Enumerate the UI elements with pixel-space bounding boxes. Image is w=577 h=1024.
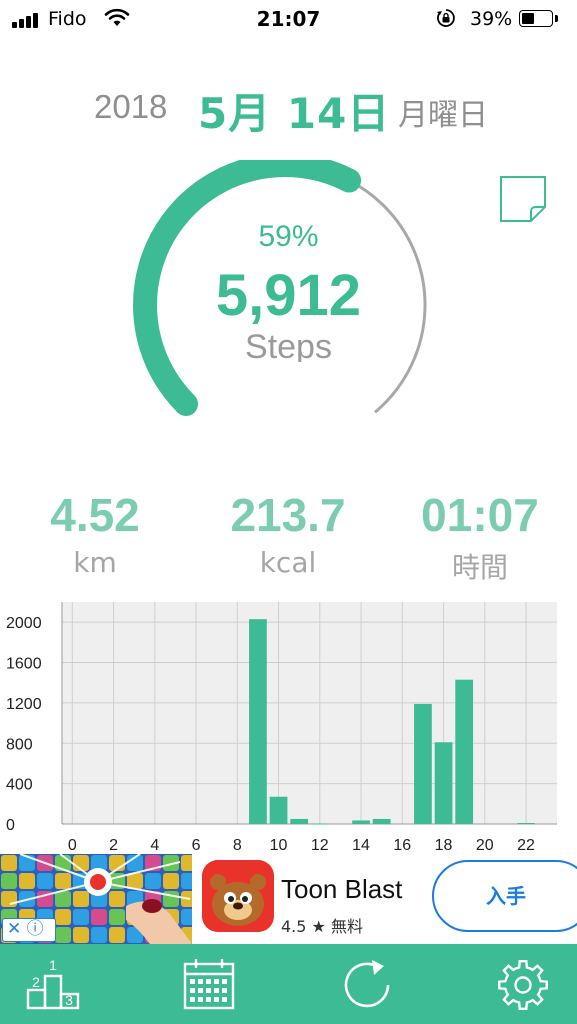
ad-banner[interactable]: ✕ ⓘ Toon Blast 4.5 ★ 無料 入手 [0,854,577,944]
ad-get-button[interactable]: 入手 [432,860,577,932]
ad-title[interactable]: Toon Blast [281,874,402,905]
duration-value: 01:07 [421,489,539,541]
settings-icon[interactable] [494,956,552,1014]
chart-bar [352,820,370,824]
chart-plot-area [62,602,557,824]
chart-x-tick-label: 22 [517,837,535,854]
chart-bar [455,679,474,824]
chart-bar [434,742,453,824]
progress-percent: 59% [258,220,319,253]
chart-x-tick-label: 14 [352,837,370,854]
calendar-icon[interactable] [180,956,238,1014]
distance-value: 4.52 [50,489,140,541]
chart-y-tick-label: 0 [6,817,15,834]
chart-x-tick-label: 10 [270,837,288,854]
calories-unit: kcal [259,546,317,579]
chart-x-tick-label: 0 [68,837,77,854]
svg-text:1: 1 [49,957,57,973]
chart-bar [269,796,288,824]
battery-percentage: 39% [470,8,513,30]
ad-rating: 4.5 ★ 無料 [281,917,363,936]
chart-x-tick-label: 20 [476,837,494,854]
battery-icon [519,10,553,27]
chart-x-tick-label: 4 [150,837,159,854]
calories-stat: 213.7 kcal [188,488,388,579]
chart-bar [414,703,432,824]
distance-stat: 4.52 km [0,488,195,579]
chart-y-tick-label: 1200 [6,696,42,713]
chart-x-tick-label: 2 [109,837,118,854]
chart-x-tick-label: 18 [435,837,453,854]
note-icon[interactable] [499,175,547,223]
svg-text:3: 3 [65,992,73,1008]
distance-unit: km [73,546,117,579]
date-year: 2018 [94,88,168,125]
battery-tip [555,15,558,22]
ad-close-button[interactable]: ✕ ⓘ [2,918,56,942]
tab-bar: 1 2 3 [0,944,577,1024]
chart-y-tick-label: 400 [6,777,33,794]
chart-y-tick-label: 1600 [6,656,42,673]
rotation-lock-icon [437,9,455,27]
chart-bar [310,823,329,825]
date-month-day: 5月 14日 [198,89,391,138]
chart-y-tick-label: 2000 [6,615,42,632]
svg-text:2: 2 [32,974,40,990]
chart-bar [290,818,309,824]
ad-app-icon[interactable] [202,860,274,932]
hourly-steps-chart: 0 400 800 1200 1600 2000 0 2 4 6 8 10 12 14 16 18 20 22 [6,602,557,854]
date-header[interactable]: 2018 5月 14日 月曜日 [0,80,577,140]
chart-y-tick-label: 800 [6,736,33,753]
ranking-icon[interactable]: 1 2 3 [24,956,82,1014]
duration-unit: 時間 [451,551,508,584]
status-bar: Fido 21:07 39% [0,0,577,40]
chart-bar [517,822,535,824]
app-screen: Fido 21:07 39% 2018 5月 14日 月曜日 59% 5,912… [0,0,577,1024]
chart-x-tick-label: 6 [192,837,201,854]
duration-stat: 01:07 時間 [380,488,577,586]
steps-label: Steps [245,328,332,362]
refresh-icon[interactable] [338,956,396,1014]
chart-bar [372,818,391,824]
chart-x-tick-label: 12 [311,837,329,854]
chart-bar [249,619,267,824]
date-weekday: 月曜日 [398,98,488,133]
calories-value: 213.7 [230,489,346,541]
step-count: 5,912 [215,263,362,328]
chart-x-tick-label: 16 [393,837,411,854]
chart-x-tick-label: 8 [233,837,242,854]
